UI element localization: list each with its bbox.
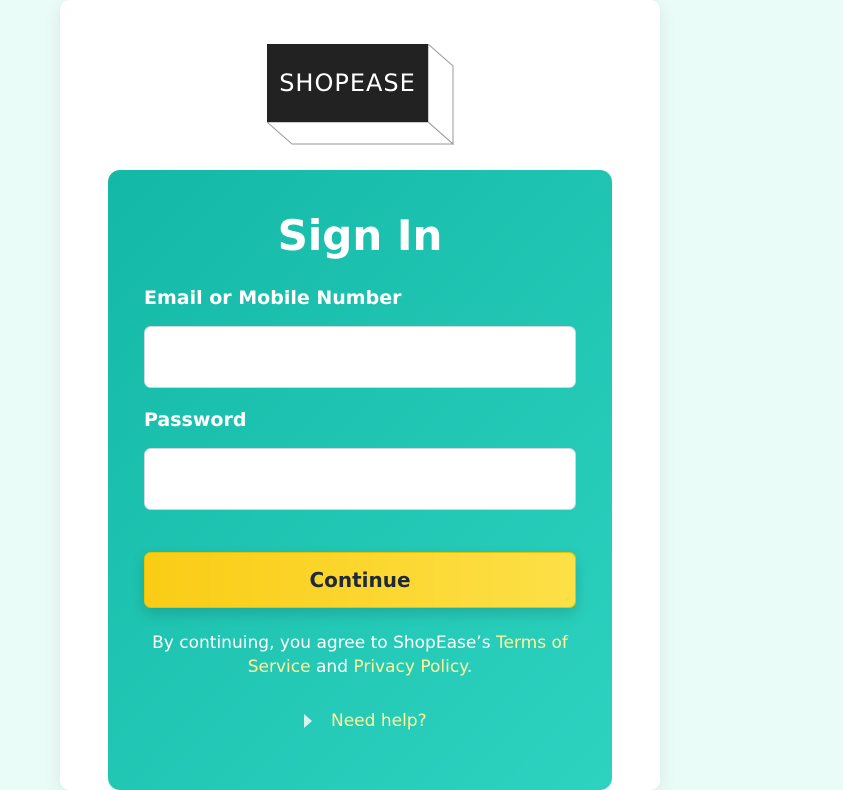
signin-panel: Sign In Email or Mobile Number Password … <box>108 170 612 790</box>
email-label: Email or Mobile Number <box>144 287 402 309</box>
caret-right-icon[interactable] <box>304 714 312 728</box>
continue-button[interactable]: Continue <box>144 552 576 608</box>
need-help-row[interactable]: Need help? <box>304 709 427 733</box>
shopease-logo: SHOPEASE <box>267 44 457 148</box>
signin-title: Sign In <box>277 211 443 260</box>
need-help-link[interactable]: Need help? <box>331 711 427 731</box>
logo-text: SHOPEASE <box>279 69 416 97</box>
password-label: Password <box>144 409 247 431</box>
email-input[interactable] <box>144 326 576 388</box>
privacy-policy-link[interactable]: Privacy Policy <box>353 657 466 677</box>
terms-middle: and <box>310 657 354 677</box>
terms-prefix: By continuing, you agree to ShopEase’s <box>152 633 496 653</box>
terms-suffix: . <box>466 657 473 677</box>
terms-notice: By continuing, you agree to ShopEase’s T… <box>144 631 576 679</box>
password-input[interactable] <box>144 448 576 510</box>
login-card: SHOPEASE Sign In Email or Mobile Number … <box>60 0 660 790</box>
